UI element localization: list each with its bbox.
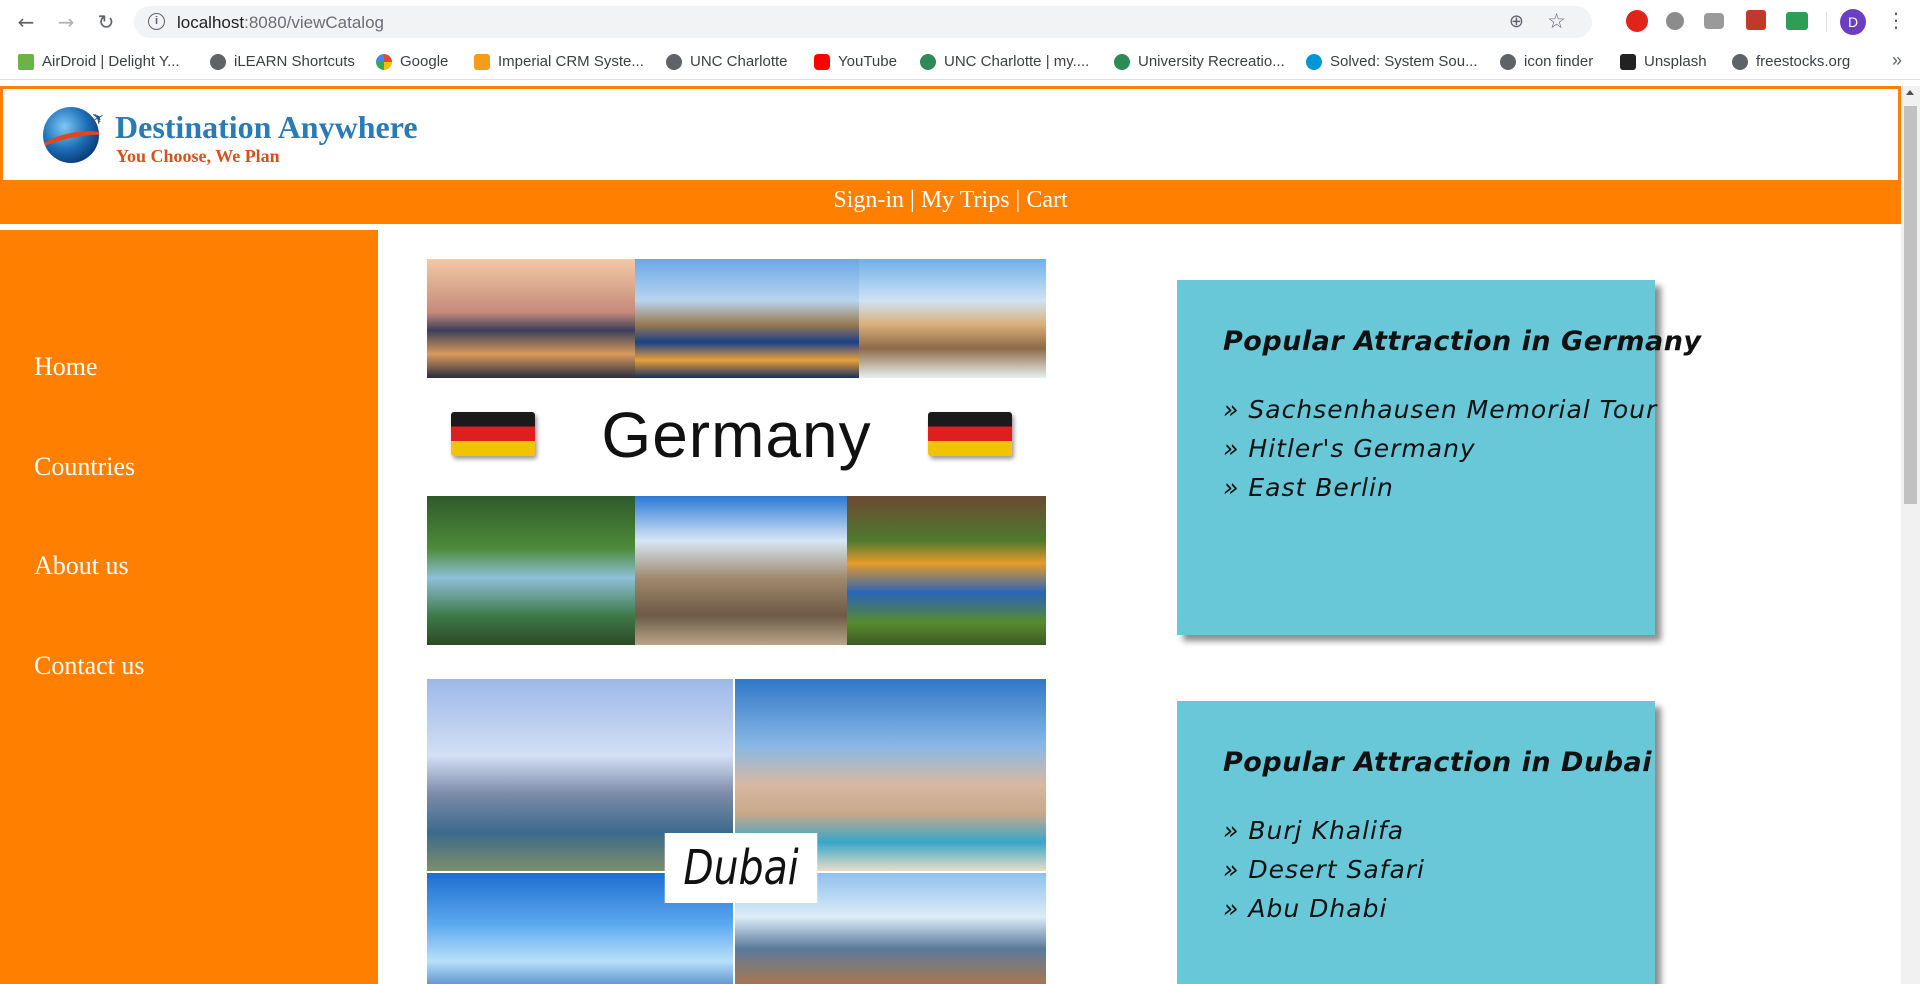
bookmark-item[interactable]: UNC Charlotte | my.... — [920, 53, 1089, 70]
dubai-banner-text: Dubai — [664, 833, 818, 903]
my-trips-link[interactable]: My Trips — [921, 187, 1010, 213]
card-title: Popular Attraction in Germany — [1223, 326, 1702, 357]
reload-icon[interactable]: ↻ — [92, 8, 120, 36]
signin-link[interactable]: Sign-in — [833, 187, 904, 213]
attraction-item[interactable]: Burj Khalifa — [1223, 811, 1425, 850]
browser-menu-icon[interactable]: ⋮ — [1886, 8, 1906, 32]
cart-link[interactable]: Cart — [1026, 187, 1067, 213]
scrollbar-thumb[interactable] — [1904, 106, 1917, 504]
dubai-collage-image[interactable]: Dubai — [427, 679, 1046, 984]
site-header: ✈ Destination Anywhere You Choose, We Pl… — [0, 86, 1901, 180]
sidebar-item-contact[interactable]: Contact us — [34, 651, 145, 681]
forest-lake-photo — [427, 496, 635, 645]
extension-inbox-icon[interactable] — [1786, 12, 1808, 30]
bookmark-item[interactable]: AirDroid | Delight Y... — [18, 53, 180, 70]
nav-separator: | — [1015, 187, 1021, 213]
sidebar: Home Countries About us Contact us — [0, 230, 378, 984]
top-nav: Sign-in | My Trips | Cart — [0, 180, 1901, 224]
bookmark-item[interactable]: UNC Charlotte — [666, 53, 788, 70]
url-text[interactable]: localhost:8080/viewCatalog — [177, 13, 384, 33]
scroll-up-arrow-icon[interactable] — [1906, 90, 1914, 95]
attraction-item[interactable]: Desert Safari — [1223, 850, 1425, 889]
bookmark-item[interactable]: Unsplash — [1620, 53, 1707, 70]
extension-opera-icon[interactable] — [1626, 10, 1648, 32]
iconfinder-icon — [1500, 53, 1516, 70]
globe-icon — [666, 53, 682, 70]
bookmark-item[interactable]: University Recreatio... — [1114, 53, 1285, 70]
crm-icon — [474, 53, 490, 70]
extension-pdf-icon[interactable] — [1746, 10, 1766, 30]
attraction-list: Sachsenhausen Memorial Tour Hitler's Ger… — [1223, 390, 1657, 507]
bookmark-item[interactable]: Google — [376, 53, 448, 70]
back-arrow-icon[interactable]: ← — [12, 8, 40, 36]
globe-icon — [210, 53, 226, 70]
extension-camera-icon[interactable] — [1704, 13, 1724, 29]
attraction-item[interactable]: Abu Dhabi — [1223, 889, 1425, 928]
airdroid-icon — [18, 53, 34, 70]
globe-icon — [1732, 53, 1748, 70]
profile-avatar[interactable]: D — [1840, 9, 1866, 35]
page-viewport: ✈ Destination Anywhere You Choose, We Pl… — [0, 86, 1901, 984]
unc-icon — [920, 53, 936, 70]
bookmark-item[interactable]: Solved: System Sou... — [1306, 53, 1478, 70]
toolbar-divider — [1826, 12, 1827, 32]
bookmark-star-icon[interactable]: ☆ — [1547, 9, 1566, 34]
suspension-train-photo — [847, 496, 1046, 645]
zoom-icon[interactable]: ⊕ — [1509, 11, 1524, 32]
attraction-list: Burj Khalifa Desert Safari Abu Dhabi — [1223, 811, 1425, 928]
google-icon — [376, 53, 392, 70]
attraction-card-germany: Popular Attraction in Germany Sachsenhau… — [1177, 280, 1701, 635]
germany-flag-icon — [928, 412, 1012, 456]
munich-town-hall-photo — [635, 496, 847, 645]
bookmark-item[interactable]: YouTube — [814, 53, 897, 70]
attraction-item[interactable]: Hitler's Germany — [1223, 429, 1657, 468]
attraction-item[interactable]: East Berlin — [1223, 468, 1657, 507]
attraction-item[interactable]: Sachsenhausen Memorial Tour — [1223, 390, 1657, 429]
nav-separator: | — [910, 187, 915, 213]
browser-toolbar: ← → ↻ i localhost:8080/viewCatalog ⊕ ☆ D… — [0, 0, 1920, 44]
forward-arrow-icon[interactable]: → — [52, 8, 80, 36]
bookmark-item[interactable]: iLEARN Shortcuts — [210, 53, 355, 70]
card-title: Popular Attraction in Dubai — [1223, 747, 1652, 778]
bookmark-item[interactable]: freestocks.org — [1732, 53, 1850, 70]
bookmarks-bar: AirDroid | Delight Y... iLEARN Shortcuts… — [0, 44, 1920, 80]
bamberg-town-photo — [859, 259, 1046, 378]
cologne-bridge-photo — [635, 259, 859, 378]
site-info-icon[interactable]: i — [148, 13, 165, 30]
unc-icon — [1114, 53, 1130, 70]
extension-circle-icon[interactable] — [1666, 12, 1684, 30]
frankfurt-skyline-photo — [427, 259, 635, 378]
germany-banner: Germany — [427, 378, 1046, 496]
sidebar-item-about[interactable]: About us — [34, 551, 129, 581]
attraction-card-dubai: Popular Attraction in Dubai Burj Khalifa… — [1177, 701, 1655, 984]
bookmark-item[interactable]: Imperial CRM Syste... — [474, 53, 644, 70]
sidebar-item-countries[interactable]: Countries — [34, 452, 135, 482]
page-scrollbar[interactable] — [1901, 86, 1920, 984]
sidebar-item-home[interactable]: Home — [34, 352, 98, 382]
germany-collage-image[interactable]: Germany — [427, 259, 1046, 645]
youtube-icon — [814, 53, 830, 70]
site-tagline: You Choose, We Plan — [116, 146, 280, 166]
site-title[interactable]: Destination Anywhere — [115, 109, 418, 146]
address-bar[interactable]: i localhost:8080/viewCatalog ⊕ ☆ — [134, 6, 1592, 38]
camera-icon — [1620, 53, 1636, 70]
bookmark-item[interactable]: icon finder — [1500, 53, 1593, 70]
hp-icon — [1306, 53, 1322, 70]
bookmarks-overflow-button[interactable]: » — [1892, 50, 1902, 71]
